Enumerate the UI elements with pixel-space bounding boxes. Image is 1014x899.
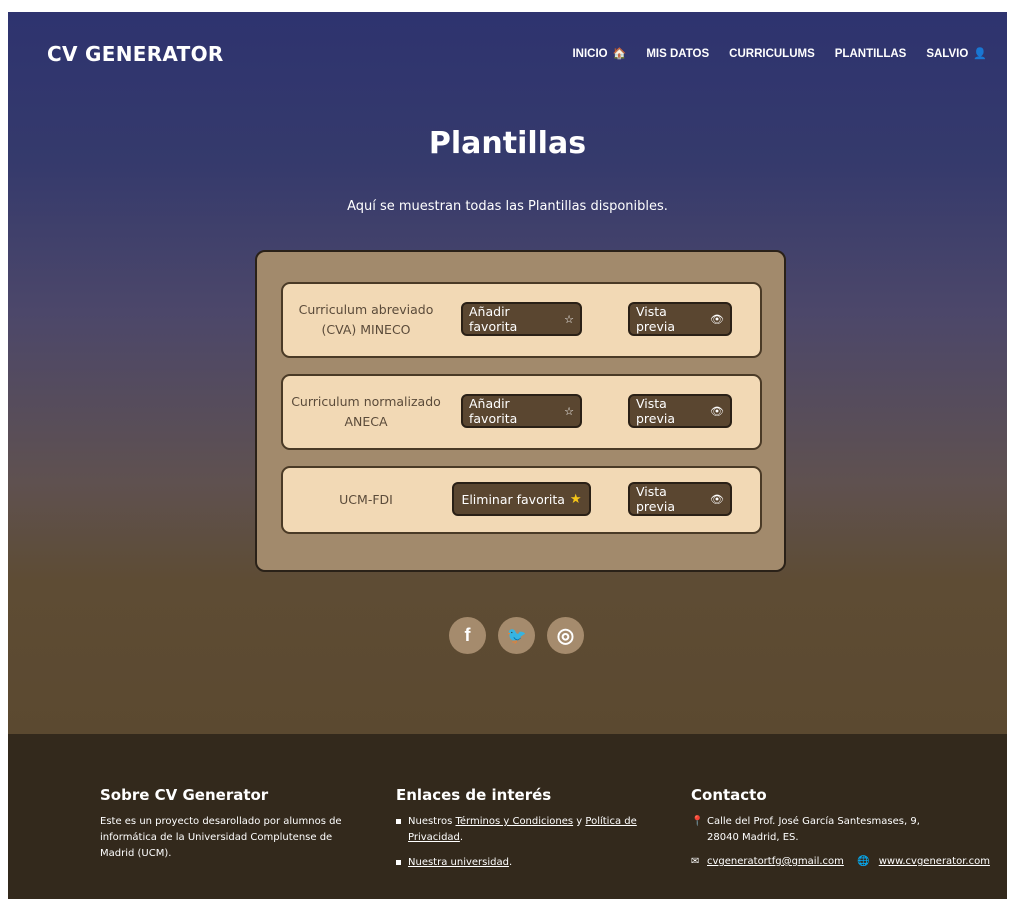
preview-button[interactable]: Vista previa 👁 xyxy=(628,302,732,336)
remove-favorite-button[interactable]: Eliminar favorita ★ xyxy=(452,482,591,516)
address-text: Calle del Prof. José García Santesmases,… xyxy=(707,816,920,843)
brand-logo[interactable]: CV GENERATOR xyxy=(47,42,224,66)
template-card: Curriculum abreviado (CVA) MINECO Añadir… xyxy=(281,282,762,358)
mail-icon: ✉ xyxy=(691,856,700,867)
facebook-icon[interactable]: f xyxy=(449,617,486,654)
add-favorite-button[interactable]: Añadir favorita ☆ xyxy=(461,394,582,428)
nav-item-plantillas[interactable]: PLANTILLAS xyxy=(835,47,907,60)
nav-item-user[interactable]: SALVIO 👤 xyxy=(926,47,987,61)
link-separator: y xyxy=(573,816,586,827)
eye-icon: 👁 xyxy=(710,312,724,326)
footer: Sobre CV Generator Este es un proyecto d… xyxy=(8,734,1007,899)
add-favorite-button[interactable]: Añadir favorita ☆ xyxy=(461,302,582,336)
preview-button[interactable]: Vista previa 👁 xyxy=(628,482,732,516)
twitter-icon[interactable]: 🐦 xyxy=(498,617,535,654)
university-link[interactable]: Nuestra universidad xyxy=(408,857,509,868)
contact-address: 📍 Calle del Prof. José García Santesmase… xyxy=(691,814,937,846)
nav-item-mis-datos[interactable]: MIS DATOS xyxy=(646,47,709,60)
template-name: Curriculum abreviado (CVA) MINECO xyxy=(298,302,434,337)
globe-icon: 🌐 xyxy=(857,856,870,867)
star-outline-icon: ☆ xyxy=(564,312,574,326)
nav-item-label: MIS DATOS xyxy=(646,47,710,60)
page: CV GENERATOR INICIO 🏠 MIS DATOS CURRICUL… xyxy=(8,12,1007,899)
list-item: Nuestra universidad. xyxy=(396,855,656,871)
templates-panel: Curriculum abreviado (CVA) MINECO Añadir… xyxy=(255,250,786,572)
template-name: UCM-FDI xyxy=(339,492,393,507)
bullet-icon xyxy=(396,819,401,824)
email-link[interactable]: cvgeneratortfg@gmail.com xyxy=(707,856,844,867)
eye-icon: 👁 xyxy=(710,404,724,418)
button-label: Vista previa xyxy=(636,304,676,334)
button-label: Eliminar favorita xyxy=(461,491,565,507)
social-links: f 🐦 ◎ xyxy=(449,617,596,654)
home-icon: 🏠 xyxy=(612,48,627,60)
footer-links-title: Enlaces de interés xyxy=(396,786,552,804)
template-name: Curriculum normalizado ANECA xyxy=(291,394,441,429)
nav-item-inicio[interactable]: INICIO 🏠 xyxy=(572,47,627,61)
footer-links-list: Nuestros Términos y Condiciones y Políti… xyxy=(396,814,656,871)
footer-about: Sobre CV Generator Este es un proyecto d… xyxy=(100,786,355,862)
button-label: Vista previa xyxy=(636,396,676,426)
page-title: Plantillas xyxy=(428,126,587,161)
nav-item-label: SALVIO xyxy=(926,47,969,60)
eye-icon: 👁 xyxy=(710,492,724,506)
website-link[interactable]: www.cvgenerator.com xyxy=(879,856,990,867)
footer-contact: Contacto 📍 Calle del Prof. José García S… xyxy=(691,786,1001,878)
hero-section: CV GENERATOR INICIO 🏠 MIS DATOS CURRICUL… xyxy=(8,12,1007,734)
footer-about-text: Este es un proyecto desarollado por alum… xyxy=(100,816,342,859)
button-label: Añadir favorita xyxy=(469,396,518,426)
user-icon: 👤 xyxy=(973,48,987,60)
footer-about-title: Sobre CV Generator xyxy=(100,786,269,804)
preview-button[interactable]: Vista previa 👁 xyxy=(628,394,732,428)
terms-link[interactable]: Términos y Condiciones xyxy=(456,816,574,827)
nav-item-curriculums[interactable]: CURRICULUMS xyxy=(729,47,815,60)
footer-contact-title: Contacto xyxy=(691,786,767,804)
star-filled-icon: ★ xyxy=(569,491,582,507)
list-item: Nuestros Términos y Condiciones y Políti… xyxy=(396,814,656,846)
map-pin-icon: 📍 xyxy=(691,816,704,827)
nav-item-label: PLANTILLAS xyxy=(834,47,907,60)
instagram-icon[interactable]: ◎ xyxy=(547,617,584,654)
link-prefix: Nuestros xyxy=(408,816,456,827)
footer-links: Enlaces de interés Nuestros Términos y C… xyxy=(396,786,656,880)
star-outline-icon: ☆ xyxy=(564,404,574,418)
main-nav: INICIO 🏠 MIS DATOS CURRICULUMS PLANTILLA… xyxy=(552,47,987,61)
contact-online: ✉ cvgeneratortfg@gmail.com 🌐 www.cvgener… xyxy=(691,854,1001,870)
button-label: Vista previa xyxy=(636,484,676,514)
bullet-icon xyxy=(396,860,401,865)
template-card: UCM-FDI Eliminar favorita ★ Vista previa… xyxy=(281,466,762,534)
nav-item-label: INICIO xyxy=(572,47,608,60)
nav-item-label: CURRICULUMS xyxy=(729,47,815,60)
page-subtitle: Aquí se muestran todas las Plantillas di… xyxy=(347,199,668,214)
link-suffix: . xyxy=(459,832,464,843)
link-suffix: . xyxy=(508,857,513,868)
template-card: Curriculum normalizado ANECA Añadir favo… xyxy=(281,374,762,450)
button-label: Añadir favorita xyxy=(469,304,518,334)
